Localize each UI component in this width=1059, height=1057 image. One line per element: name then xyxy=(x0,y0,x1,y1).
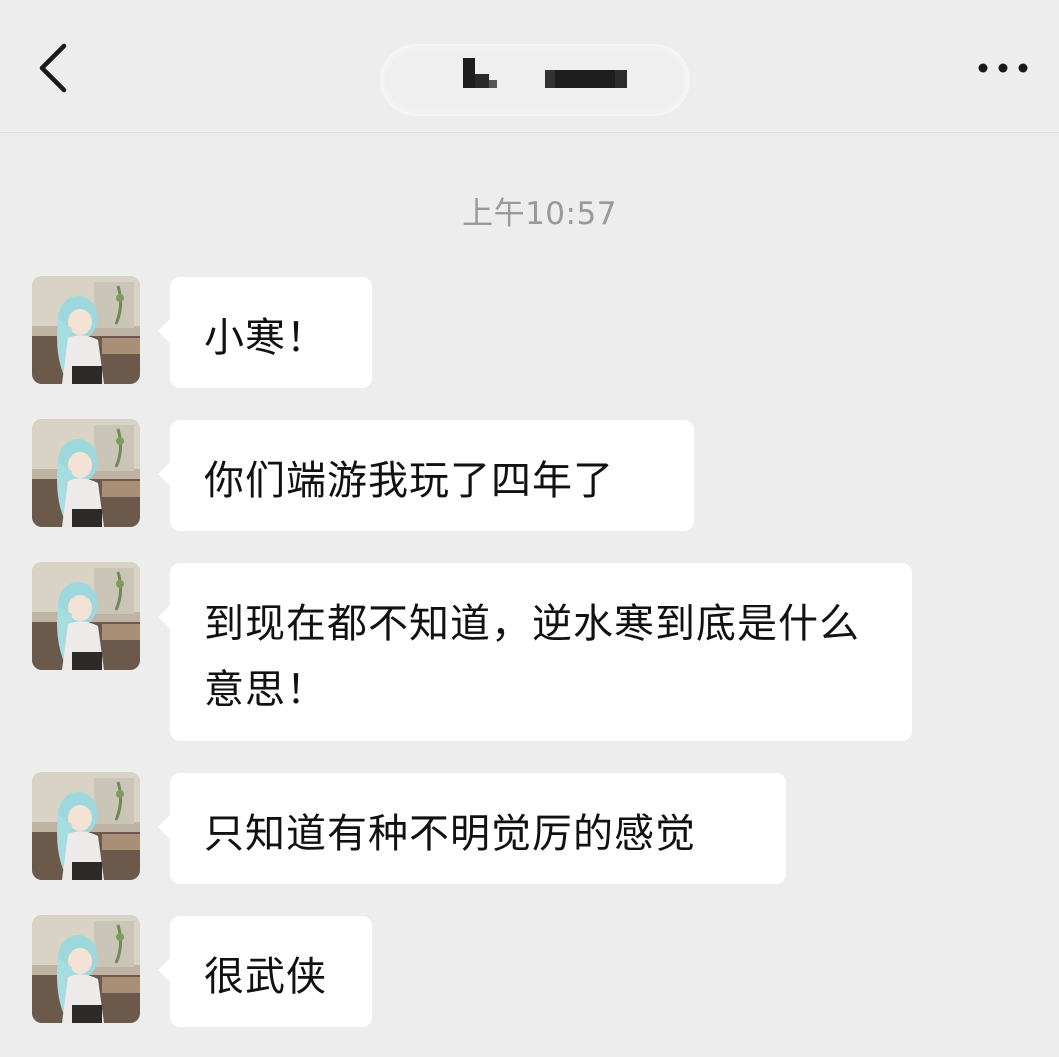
avatar[interactable] xyxy=(32,562,140,670)
chat-title xyxy=(380,44,690,116)
avatar[interactable] xyxy=(32,772,140,880)
message-timestamp: 上午10:57 xyxy=(462,196,617,232)
message-bubble[interactable]: 到现在都不知道，逆水寒到底是什么意思！ xyxy=(158,563,912,741)
message-bubble[interactable]: 很武侠 xyxy=(158,916,372,1027)
more-dots-icon xyxy=(978,63,1028,73)
avatar[interactable] xyxy=(32,915,140,1023)
chevron-left-icon xyxy=(39,43,67,93)
avatar[interactable] xyxy=(32,419,140,527)
back-button[interactable] xyxy=(30,38,80,98)
message-bubble[interactable]: 你们端游我玩了四年了 xyxy=(158,420,694,531)
redacted-title-block xyxy=(463,58,497,88)
message-bubble[interactable]: 只知道有种不明觉厉的感觉 xyxy=(158,773,786,884)
message-bubble[interactable]: 小寒！ xyxy=(158,277,372,388)
avatar[interactable] xyxy=(32,276,140,384)
more-options-button[interactable] xyxy=(972,52,1034,84)
redacted-title-block xyxy=(545,70,627,88)
chat-header xyxy=(0,0,1059,133)
